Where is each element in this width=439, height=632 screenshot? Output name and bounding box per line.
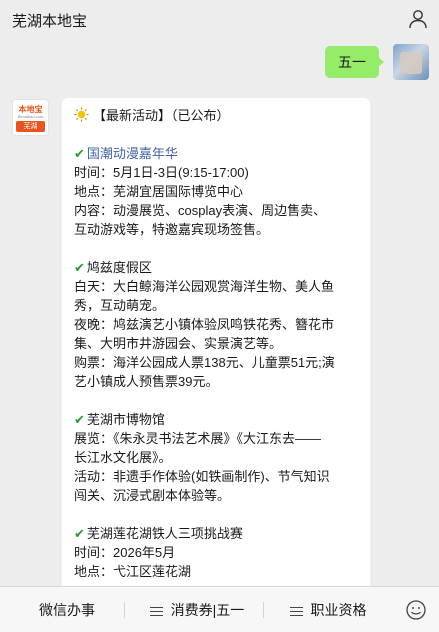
logo-subtext: Bendibao.com [17,114,44,119]
chat-title: 芜湖本地宝 [12,13,88,30]
detail-line: 地点：芜湖宜居国际博览中心 [74,184,244,199]
check-icon: ✔ [74,412,85,427]
bottom-menu: 微信办事 消费券|五一 职业资格 [0,586,439,632]
logo-city: 芜湖 [16,121,45,132]
menu-item-wechat-services[interactable]: 微信办事 [22,587,112,632]
check-icon: ✔ [74,526,85,541]
section-title: ✔ 鸠兹度假区 [74,258,358,277]
section-title-text: 芜湖市博物馆 [86,412,165,427]
check-icon: ✔ [74,260,85,275]
section-title-text: 芜湖莲花湖铁人三项挑战赛 [86,526,243,541]
detail-line: 白天：大白鲸海洋公园观赏海洋生物、美人鱼 [74,279,335,294]
detail-line: 夜晚：鸠兹演艺小镇体验凤鸣铁花秀、簪花市 [74,317,335,332]
detail-line: 集、大明市井游园会、实景演艺等。 [74,336,283,351]
detail-line: 展览：《朱永灵书法艺术展》《大江东去—— [74,431,322,446]
sun-icon [74,107,89,122]
user-message-text: 五一 [338,54,366,70]
bot-message-bubble: 【最新活动】（已公布） ✔ 国潮动漫嘉年华 时间：5月1日-3日(9:15-17:0… [62,98,370,598]
menu-item-qualifications[interactable]: 职业资格 [278,587,378,632]
section-title: ✔ 芜湖莲花湖铁人三项挑战赛 [74,524,358,543]
section-title-text: 鸠兹度假区 [86,260,152,275]
detail-line: 互动游戏等，特邀嘉宾现场签售。 [74,222,270,237]
check-icon: ✔ [74,146,85,161]
detail-line: 内容：动漫展览、cosplay表演、周边售卖、 [74,203,327,218]
detail-line: 活动：非遗手作体验(如铁画制作)、节气知识 [74,469,330,484]
section-title-link[interactable]: 国潮动漫嘉年华 [87,146,178,161]
detail-line: 时间：5月1日-3日(9:15-17:00) [74,165,249,180]
headline-text: 【最新活动】（已公布） [93,108,230,123]
menu-icon [289,604,303,619]
menu-item-label: 消费券|五一 [170,602,245,618]
avatar-image [400,52,422,74]
menu-item-label: 微信办事 [39,602,95,618]
detail-line: 长江水文化展》。 [74,450,172,465]
menu-divider [124,602,125,618]
bot-avatar[interactable]: 本地宝 Bendibao.com 芜湖 [12,99,49,136]
menu-item-coupons[interactable]: 消费券|五一 [138,587,256,632]
headline: 【最新活动】（已公布） [74,106,358,125]
detail-line: 艺小镇成人预售票39元。 [74,374,219,389]
detail-line: 闯关、沉浸式剧本体验等。 [74,488,231,503]
detail-line: 购票：海洋公园成人票138元、儿童票51元;演 [74,355,335,370]
user-message-bubble: 五一 [325,46,384,78]
user-icon[interactable] [407,8,429,30]
section-title: ✔ 芜湖市博物馆 [74,410,358,429]
menu-icon [149,604,163,619]
menu-item-label: 职业资格 [310,602,367,618]
chat-header: 芜湖本地宝 [0,0,439,40]
detail-line: 地点：弋江区莲花湖 [74,564,192,579]
user-avatar[interactable] [393,44,429,80]
menu-divider [263,602,264,618]
section-title: ✔ 国潮动漫嘉年华 [74,144,358,163]
emoji-keyboard-icon[interactable] [405,599,427,621]
detail-line: 秀，互动萌宠。 [74,298,166,313]
detail-line: 时间：2026年5月 [74,545,176,560]
